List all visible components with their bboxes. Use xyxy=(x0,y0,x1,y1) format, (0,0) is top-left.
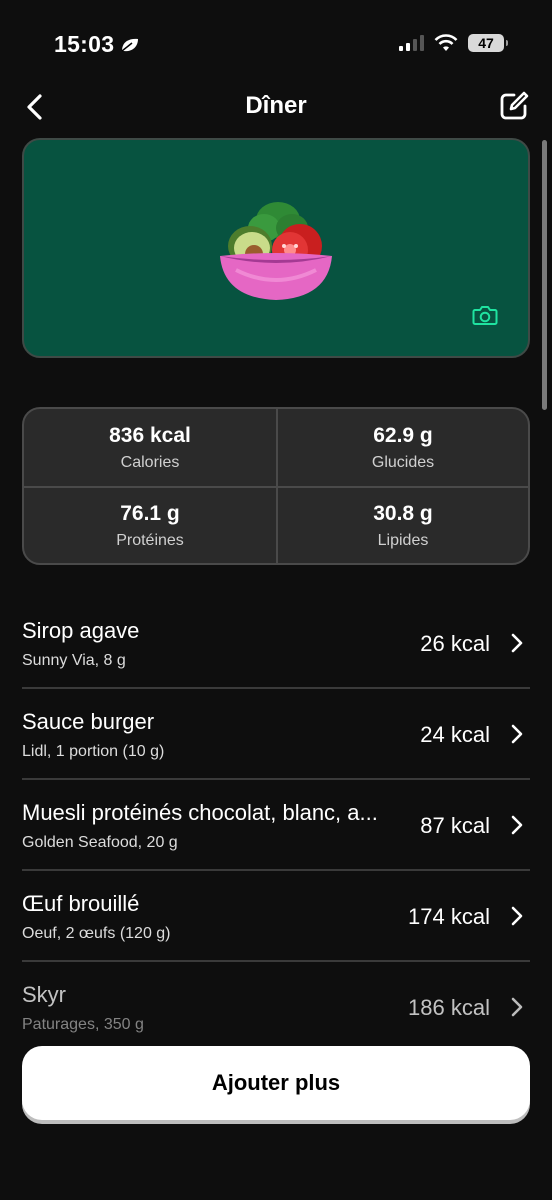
time-text: 15:03 xyxy=(54,31,115,57)
food-name: Œuf brouillé xyxy=(22,891,140,916)
nav-header: Dîner xyxy=(0,84,552,130)
food-item[interactable]: Œuf brouillé Oeuf, 2 œufs (120 g) 174 kc… xyxy=(22,871,530,962)
wifi-icon xyxy=(434,34,458,51)
food-item[interactable]: Muesli protéinés chocolat, blanc, a... G… xyxy=(22,780,530,871)
food-name: Sauce burger xyxy=(22,709,155,734)
battery-level: 47 xyxy=(478,35,494,51)
food-kcal: 87 kcal xyxy=(420,813,490,838)
food-kcal: 26 kcal xyxy=(420,631,490,656)
protein-value: 76.1 g xyxy=(120,501,180,525)
chevron-right-icon xyxy=(511,724,523,744)
calories-cell: 836 kcal Calories xyxy=(24,409,276,486)
food-item[interactable]: Skyr Paturages, 350 g 186 kcal xyxy=(22,962,530,1053)
food-name: Muesli protéinés chocolat, blanc, a... xyxy=(22,800,378,825)
food-kcal: 186 kcal xyxy=(408,995,490,1020)
page-title: Dîner xyxy=(245,92,307,119)
fat-label: Lipides xyxy=(377,531,429,549)
carbs-cell: 62.9 g Glucides xyxy=(276,409,528,486)
food-name: Skyr xyxy=(22,982,66,1007)
chevron-right-icon xyxy=(511,815,523,835)
camera-icon[interactable] xyxy=(472,304,498,326)
carbs-label: Glucides xyxy=(371,453,435,471)
chevron-right-icon xyxy=(511,906,523,926)
food-detail: Sunny Via, 8 g xyxy=(22,652,126,669)
chevron-right-icon xyxy=(511,997,523,1017)
food-list: Sirop agave Sunny Via, 8 g 26 kcal Sauce… xyxy=(22,598,530,1053)
calories-value: 836 kcal xyxy=(109,423,191,447)
leaf-icon xyxy=(121,38,139,52)
protein-label: Protéines xyxy=(116,531,184,549)
nutrition-summary: 836 kcal Calories 62.9 g Glucides 76.1 g… xyxy=(22,407,530,565)
status-icons: 47 xyxy=(399,34,508,52)
salad-icon xyxy=(220,202,332,300)
chevron-right-icon xyxy=(511,633,523,653)
carbs-value: 62.9 g xyxy=(373,423,433,447)
food-item[interactable]: Sauce burger Lidl, 1 portion (10 g) 24 k… xyxy=(22,689,530,780)
calories-label: Calories xyxy=(120,453,180,471)
food-detail: Paturages, 350 g xyxy=(22,1016,144,1033)
protein-cell: 76.1 g Protéines xyxy=(24,486,276,563)
fat-cell: 30.8 g Lipides xyxy=(276,486,528,563)
add-more-button[interactable]: Ajouter plus xyxy=(22,1046,530,1120)
scrollbar[interactable] xyxy=(542,140,547,410)
signal-icon xyxy=(399,35,424,51)
status-bar: 15:03 47 xyxy=(0,0,552,90)
fat-value: 30.8 g xyxy=(373,501,433,525)
food-kcal: 24 kcal xyxy=(420,722,490,747)
status-time: 15:03 xyxy=(54,31,140,58)
food-detail: Oeuf, 2 œufs (120 g) xyxy=(22,925,171,942)
edit-icon[interactable] xyxy=(498,90,530,122)
battery-icon: 47 xyxy=(468,34,508,52)
food-detail: Golden Seafood, 20 g xyxy=(22,834,178,851)
food-name: Sirop agave xyxy=(22,618,140,643)
food-detail: Lidl, 1 portion (10 g) xyxy=(22,743,165,760)
food-kcal: 174 kcal xyxy=(408,904,490,929)
meal-photo-card[interactable] xyxy=(22,138,530,358)
food-item[interactable]: Sirop agave Sunny Via, 8 g 26 kcal xyxy=(22,598,530,689)
